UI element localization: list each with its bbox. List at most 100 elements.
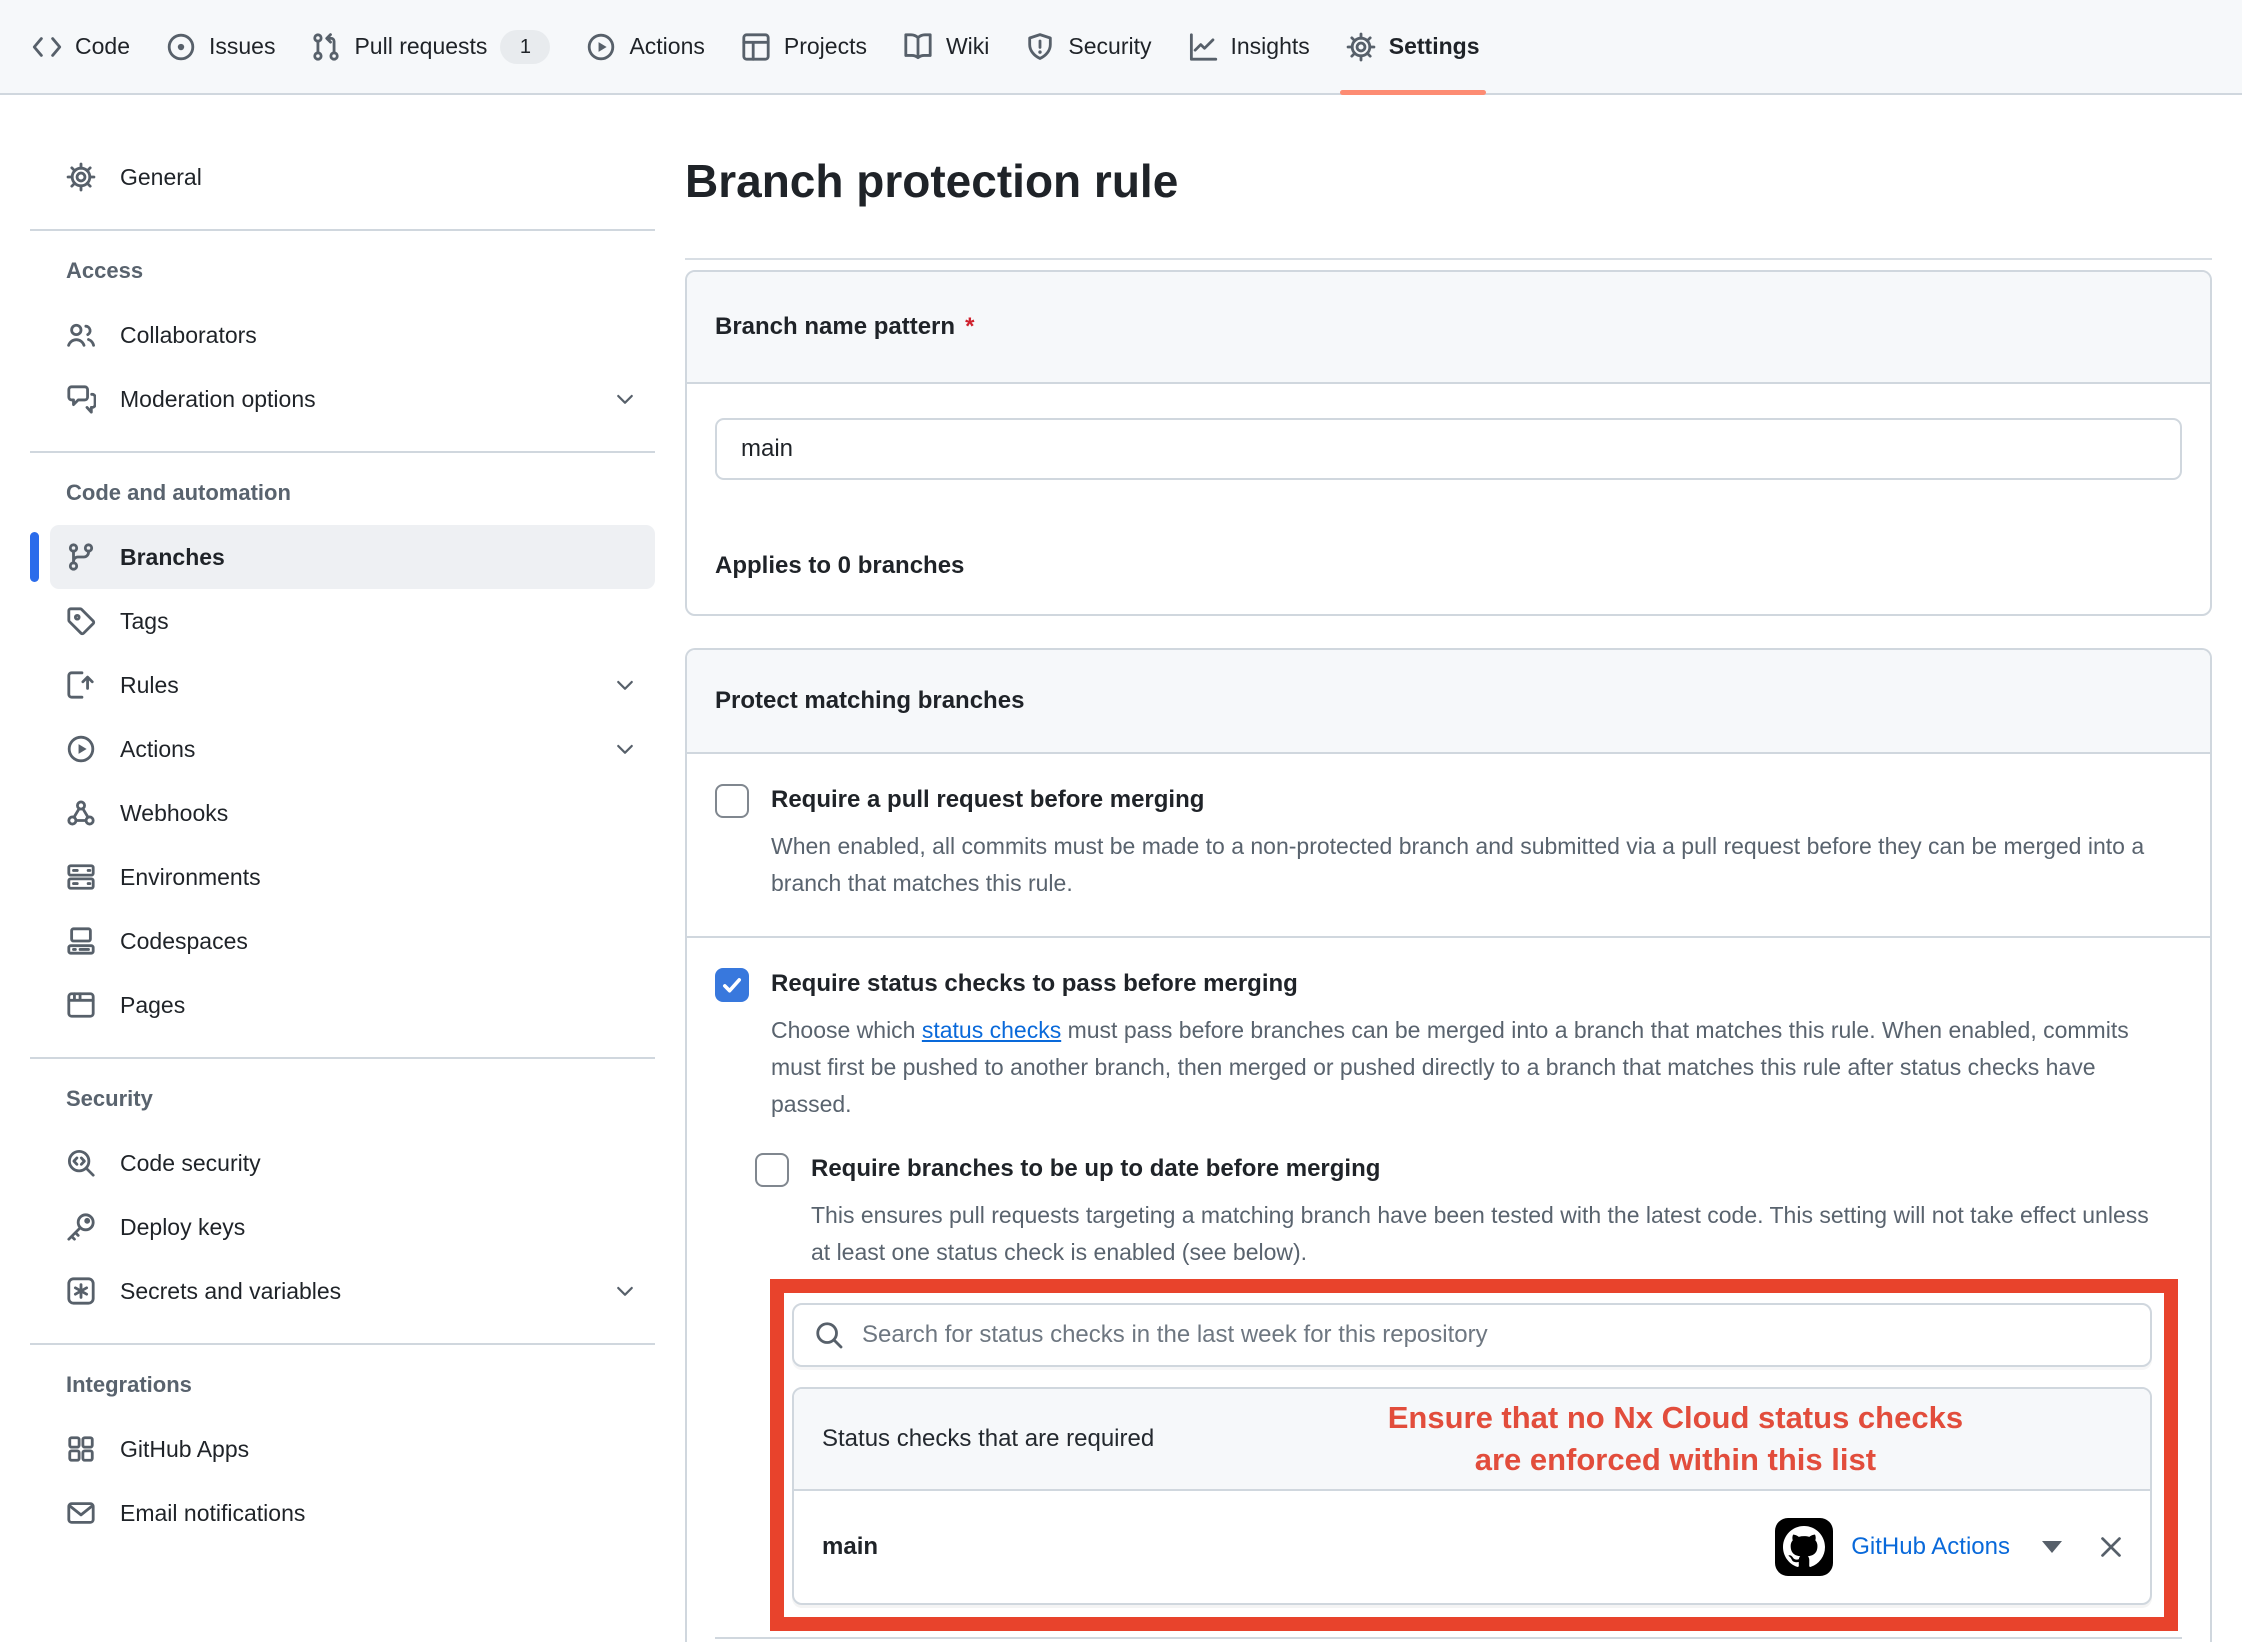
annotation-note: Ensure that no Nx Cloud status checks ar… <box>1388 1397 1963 1481</box>
required-status-checks-list: Status checks that are required Ensure t… <box>792 1387 2152 1605</box>
source-dropdown-caret[interactable] <box>2042 1541 2062 1553</box>
sidebar-item-label: Branches <box>120 544 225 571</box>
sidebar-item-code-security[interactable]: Code security <box>50 1131 655 1195</box>
sidebar-item-label: GitHub Apps <box>120 1436 249 1463</box>
tab-settings[interactable]: Settings <box>1328 0 1498 93</box>
sidebar-item-label: Deploy keys <box>120 1214 245 1241</box>
sidebar-item-rules[interactable]: Rules <box>50 653 655 717</box>
sidebar-section-integrations: Integrations <box>66 1353 655 1417</box>
sidebar-section-access: Access <box>66 239 655 303</box>
sidebar-item-label: Secrets and variables <box>120 1278 341 1305</box>
sidebar-item-collaborators[interactable]: Collaborators <box>50 303 655 367</box>
sidebar-item-label: Codespaces <box>120 928 248 955</box>
tab-issues[interactable]: Issues <box>148 0 293 93</box>
sidebar-item-deploy-keys[interactable]: Deploy keys <box>50 1195 655 1259</box>
chevron-down-icon <box>613 737 637 761</box>
tab-label: Insights <box>1231 33 1310 60</box>
sidebar-divider <box>30 1343 655 1345</box>
sidebar-item-label: Email notifications <box>120 1500 305 1527</box>
tab-label: Actions <box>629 33 704 60</box>
description-text: Choose which <box>771 1017 922 1043</box>
shield-icon <box>1025 32 1055 62</box>
require-up-to-date-row: Require branches to be up to date before… <box>755 1153 2182 1271</box>
status-check-search-box[interactable] <box>792 1303 2152 1367</box>
sidebar-item-tags[interactable]: Tags <box>50 589 655 653</box>
play-icon <box>66 734 96 764</box>
branch-name-pattern-header: Branch name pattern * <box>687 272 2210 384</box>
status-check-search-input[interactable] <box>860 1320 2130 1350</box>
codescan-icon <box>66 1148 96 1178</box>
branch-name-pattern-card: Branch name pattern* Applies to 0 branch… <box>685 270 2212 616</box>
sidebar-item-label: Moderation options <box>120 386 316 413</box>
sidebar-item-branches[interactable]: Branches <box>50 525 655 589</box>
tab-pull-requests[interactable]: Pull requests 1 <box>293 0 568 93</box>
main-content: Branch protection rule Branch name patte… <box>685 120 2212 1642</box>
git-pull-request-icon <box>311 32 341 62</box>
sidebar-item-label: Webhooks <box>120 800 228 827</box>
require-pull-request-checkbox[interactable] <box>715 784 749 818</box>
rules-icon <box>66 670 96 700</box>
repo-tab-bar: Code Issues Pull requests 1 Actions Proj… <box>0 0 2242 95</box>
sidebar-item-pages[interactable]: Pages <box>50 973 655 1037</box>
tab-wiki[interactable]: Wiki <box>885 0 1007 93</box>
require-up-to-date-checkbox[interactable] <box>755 1153 789 1187</box>
tab-projects[interactable]: Projects <box>723 0 885 93</box>
sidebar-item-label: Collaborators <box>120 322 257 349</box>
sidebar-divider <box>30 1057 655 1059</box>
required-status-checks-label: Status checks that are required <box>822 1425 1154 1453</box>
github-actions-link[interactable]: GitHub Actions <box>1851 1533 2010 1561</box>
key-icon <box>66 1212 96 1242</box>
tab-label: Pull requests <box>354 33 487 60</box>
github-settings-page: Code Issues Pull requests 1 Actions Proj… <box>0 0 2242 1642</box>
sidebar-item-label: General <box>120 164 202 191</box>
branch-name-pattern-input[interactable] <box>715 418 2182 480</box>
option-description: Choose which status checks must pass bef… <box>771 1012 2151 1123</box>
sidebar-item-webhooks[interactable]: Webhooks <box>50 781 655 845</box>
settings-sidebar: General Access Collaborators Moderation … <box>30 120 655 1545</box>
tab-label: Code <box>75 33 130 60</box>
required-asterisk: * <box>965 313 974 340</box>
tab-label: Wiki <box>946 33 989 60</box>
sidebar-item-actions[interactable]: Actions <box>50 717 655 781</box>
sidebar-item-codespaces[interactable]: Codespaces <box>50 909 655 973</box>
play-icon <box>586 32 616 62</box>
require-status-checks-checkbox[interactable] <box>715 968 749 1002</box>
tab-security[interactable]: Security <box>1007 0 1169 93</box>
sidebar-divider <box>30 451 655 453</box>
option-description: When enabled, all commits must be made t… <box>771 828 2151 902</box>
option-description: This ensures pull requests targeting a m… <box>811 1197 2151 1271</box>
gear-icon <box>66 162 96 192</box>
status-check-row: main GitHub Actions <box>794 1491 2150 1603</box>
sidebar-item-label: Actions <box>120 736 195 763</box>
github-mark-icon <box>1783 1526 1825 1568</box>
github-actions-logo <box>1775 1518 1833 1576</box>
sidebar-section-code-automation: Code and automation <box>66 461 655 525</box>
tab-label: Settings <box>1389 33 1480 60</box>
sidebar-divider <box>30 229 655 231</box>
graph-icon <box>1188 32 1218 62</box>
option-title: Require status checks to pass before mer… <box>771 968 2182 1000</box>
tab-actions[interactable]: Actions <box>568 0 722 93</box>
browser-icon <box>66 990 96 1020</box>
sidebar-item-email-notifications[interactable]: Email notifications <box>50 1481 655 1545</box>
sidebar-item-github-apps[interactable]: GitHub Apps <box>50 1417 655 1481</box>
remove-status-check-icon[interactable] <box>2096 1532 2126 1562</box>
require-pull-request-row: Require a pull request before merging Wh… <box>687 754 2210 938</box>
sidebar-item-moderation-options[interactable]: Moderation options <box>50 367 655 431</box>
git-branch-icon <box>66 542 96 572</box>
tab-label: Security <box>1068 33 1151 60</box>
comment-discussion-icon <box>66 384 96 414</box>
tab-insights[interactable]: Insights <box>1170 0 1328 93</box>
sidebar-item-general[interactable]: General <box>50 145 655 209</box>
branch-name-pattern-label: Branch name pattern <box>715 313 955 340</box>
sidebar-item-secrets-variables[interactable]: Secrets and variables <box>50 1259 655 1323</box>
sidebar-item-label: Pages <box>120 992 185 1019</box>
next-section-divider <box>715 1637 2182 1642</box>
asterisk-box-icon <box>66 1276 96 1306</box>
sidebar-item-label: Rules <box>120 672 179 699</box>
sidebar-item-environments[interactable]: Environments <box>50 845 655 909</box>
status-checks-link[interactable]: status checks <box>922 1017 1061 1043</box>
search-icon <box>814 1320 844 1350</box>
tab-code[interactable]: Code <box>14 0 148 93</box>
chevron-down-icon <box>613 673 637 697</box>
